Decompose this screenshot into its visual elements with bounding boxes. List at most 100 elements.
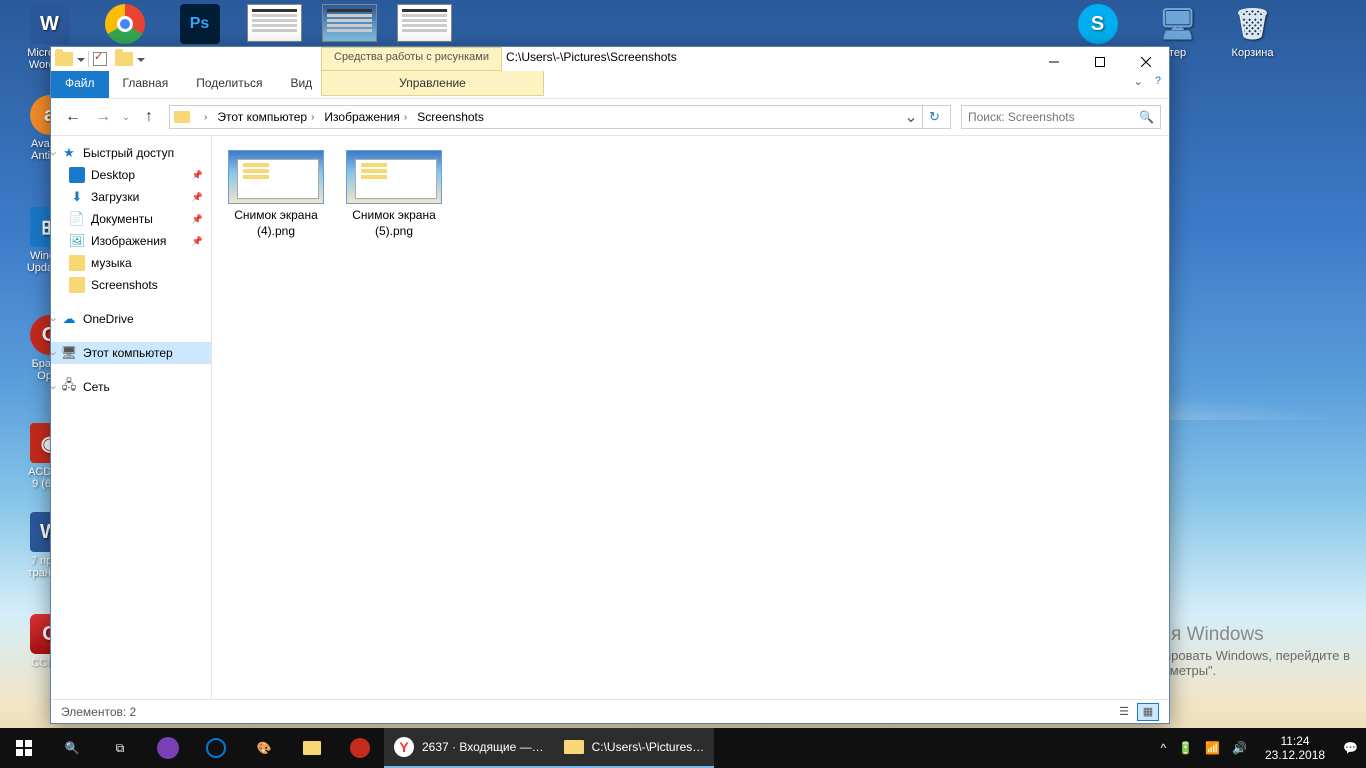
action-center-icon[interactable]: 💬 xyxy=(1343,741,1358,755)
tab-share[interactable]: Поделиться xyxy=(182,71,276,98)
file-thumbnail xyxy=(346,150,442,204)
download-icon: ⬇ xyxy=(69,189,85,205)
desktop-icon-skype[interactable]: S xyxy=(1060,4,1135,47)
crumb-label: Screenshots xyxy=(417,110,484,124)
document-icon: 📄 xyxy=(69,211,85,227)
forward-button[interactable]: → xyxy=(89,103,117,131)
breadcrumb[interactable]: Screenshots xyxy=(413,110,488,124)
taskbar-app-explorer[interactable]: C:\Users\-\Pictures… xyxy=(554,728,715,768)
star-icon: ★ xyxy=(61,145,77,161)
desktop-icon-doc1[interactable] xyxy=(237,4,312,45)
pin-icon: 📌 xyxy=(192,236,203,247)
nav-label: Документы xyxy=(91,212,153,226)
nav-quick-access[interactable]: ★ Быстрый доступ xyxy=(51,142,211,164)
tray-battery-icon[interactable]: 🔋 xyxy=(1178,741,1193,755)
search-input[interactable] xyxy=(968,110,1139,124)
taskbar-app-opera[interactable] xyxy=(336,728,384,768)
time: 11:24 xyxy=(1265,734,1325,748)
nav-this-pc[interactable]: 🖥Этот компьютер xyxy=(51,342,211,364)
nav-desktop[interactable]: Desktop 📌 xyxy=(51,164,211,186)
view-switcher: ☰ ▦ xyxy=(1113,703,1159,721)
cloud-icon: ☁ xyxy=(61,311,77,327)
qat-dropdown-icon[interactable] xyxy=(137,56,144,63)
nav-documents[interactable]: 📄Документы📌 xyxy=(51,208,211,230)
file-name: Снимок экрана (5).png xyxy=(344,208,444,239)
taskbar-app-yandex[interactable]: Y2637 · Входящие —… xyxy=(384,728,554,768)
tab-manage[interactable]: Управление xyxy=(321,71,544,96)
folder-icon xyxy=(69,277,85,293)
nav-label: Быстрый доступ xyxy=(83,146,174,160)
tray-wifi-icon[interactable]: 📶 xyxy=(1205,741,1220,755)
folder-icon xyxy=(174,111,190,123)
tab-home[interactable]: Главная xyxy=(109,71,183,98)
window-title: C:\Users\-\Pictures\Screenshots xyxy=(506,50,677,64)
tray-volume-icon[interactable]: 🔊 xyxy=(1232,741,1247,755)
nav-pictures[interactable]: 🖼Изображения📌 xyxy=(51,230,211,252)
taskbar-app-paint[interactable]: 🎨 xyxy=(240,728,288,768)
desktop-icon-doc3[interactable] xyxy=(387,4,462,45)
explorer-window: Средства работы с рисунками C:\Users\-\P… xyxy=(50,46,1170,724)
desktop-icon-chrome[interactable] xyxy=(87,4,162,47)
search-icon[interactable]: 🔍 xyxy=(1139,110,1154,124)
navigation-pane: ★ Быстрый доступ Desktop 📌 ⬇Загрузки📌 📄 Док… xyxy=(51,136,212,699)
pin-icon: 📌 xyxy=(192,170,203,181)
close-button[interactable] xyxy=(1123,47,1169,77)
nav-onedrive[interactable]: ☁OneDrive xyxy=(51,308,211,330)
pin-icon: 📌 xyxy=(192,192,203,203)
crumb-label: Изображения xyxy=(324,110,399,124)
file-thumbnail xyxy=(228,150,324,204)
tab-view[interactable]: Вид xyxy=(276,71,326,98)
nav-screenshots[interactable]: Screenshots xyxy=(51,274,211,296)
folder-icon[interactable] xyxy=(55,52,73,66)
qat-properties-button[interactable] xyxy=(93,52,107,66)
breadcrumb[interactable]: Этот компьютер› xyxy=(213,110,318,124)
recent-dropdown-icon[interactable]: ⌄ xyxy=(119,103,133,131)
qat-folder-dropdown-icon[interactable] xyxy=(77,56,84,63)
window-controls xyxy=(1031,47,1169,77)
file-item[interactable]: Снимок экрана (5).png xyxy=(340,146,448,243)
address-dropdown-icon[interactable]: ⌄ xyxy=(902,107,920,127)
breadcrumb-root-arrow[interactable]: › xyxy=(196,112,211,123)
nav-downloads[interactable]: ⬇Загрузки📌 xyxy=(51,186,211,208)
tab-file[interactable]: Файл xyxy=(51,71,109,98)
search-button[interactable]: 🔍 xyxy=(48,728,96,768)
desktop-icon-doc2[interactable] xyxy=(312,4,387,45)
nav-network[interactable]: 🖧Сеть xyxy=(51,376,211,398)
folder-icon xyxy=(69,255,85,271)
desktop: WMicrosoftWord 20 Ps aAvast FAntiviru ⊞W… xyxy=(0,0,1366,768)
task-view-button[interactable]: ⧉ xyxy=(96,728,144,768)
icons-view-button[interactable]: ▦ xyxy=(1137,703,1159,721)
taskbar-app-explorer-pinned[interactable] xyxy=(288,728,336,768)
refresh-button[interactable]: ↻ xyxy=(922,105,946,129)
file-list[interactable]: Снимок экрана (4).png Снимок экрана (5).… xyxy=(212,136,1169,699)
search-box[interactable]: 🔍 xyxy=(961,105,1161,129)
breadcrumb[interactable]: Изображения› xyxy=(320,110,411,124)
details-view-button[interactable]: ☰ xyxy=(1113,703,1135,721)
desktop-icon-recyclebin[interactable]: 🗑Корзина xyxy=(1215,4,1290,59)
up-button[interactable]: ↑ xyxy=(135,103,163,131)
clock[interactable]: 11:24 23.12.2018 xyxy=(1259,734,1331,763)
date: 23.12.2018 xyxy=(1265,748,1325,762)
desktop-icon-photoshop[interactable]: Ps xyxy=(162,4,237,47)
taskbar-app-edge[interactable] xyxy=(192,728,240,768)
tray-chevron-icon[interactable]: ^ xyxy=(1160,741,1166,755)
desktop-icon xyxy=(69,167,85,183)
folder-icon[interactable] xyxy=(115,52,133,66)
nav-label: Desktop xyxy=(91,168,135,182)
maximize-button[interactable] xyxy=(1077,47,1123,77)
start-button[interactable] xyxy=(0,728,48,768)
minimize-button[interactable] xyxy=(1031,47,1077,77)
help-icon[interactable]: ? xyxy=(1155,75,1161,88)
titlebar[interactable]: Средства работы с рисунками C:\Users\-\P… xyxy=(51,47,1169,98)
nav-music[interactable]: музыка xyxy=(51,252,211,274)
chevron-down-icon[interactable]: ⌄ xyxy=(1134,75,1143,88)
file-item[interactable]: Снимок экрана (4).png xyxy=(222,146,330,243)
cortana-button[interactable] xyxy=(144,728,192,768)
folder-icon xyxy=(564,740,584,754)
breadcrumb-bar[interactable]: › Этот компьютер› Изображения› Screensho… xyxy=(169,105,951,129)
item-count: Элементов: 2 xyxy=(61,705,136,719)
back-button[interactable]: ← xyxy=(59,103,87,131)
separator xyxy=(88,51,89,67)
pictures-icon: 🖼 xyxy=(69,233,85,249)
network-icon: 🖧 xyxy=(61,379,77,395)
